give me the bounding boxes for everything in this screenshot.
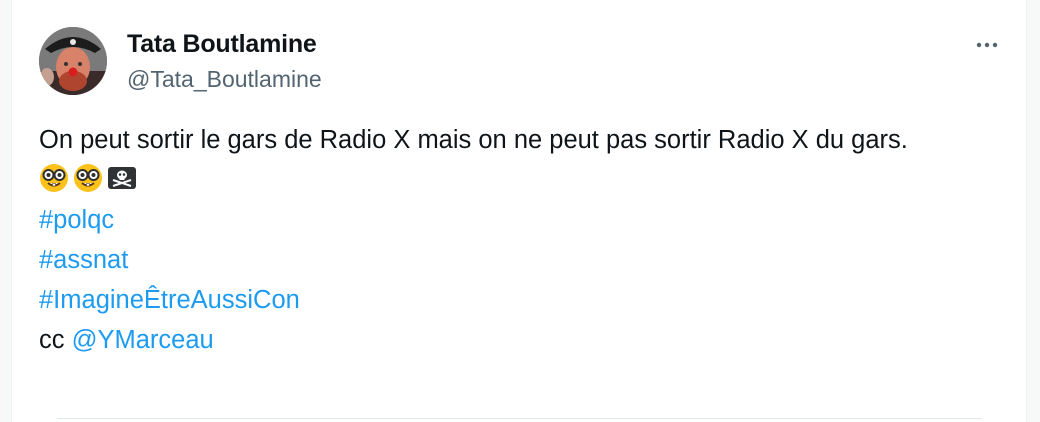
tweet-body: On peut sortir le gars de Radio X mais o… <box>39 120 979 360</box>
hashtag-imagine[interactable]: #ImagineÊtreAussiCon <box>39 286 300 314</box>
hashtag-imagine-line: #ImagineÊtreAussiCon <box>39 280 979 320</box>
bottom-divider <box>57 418 982 419</box>
more-options-button[interactable] <box>970 32 1004 58</box>
hashtag-assnat-line: #assnat <box>39 240 979 280</box>
hashtag-polqc[interactable]: #polqc <box>39 206 114 234</box>
pirate-avatar-image <box>39 27 107 95</box>
author-name[interactable]: Tata Boutlamine <box>127 30 317 59</box>
cc-prefix: cc <box>39 326 65 354</box>
mention-ymarceau[interactable]: @YMarceau <box>72 326 214 354</box>
emoji-row <box>39 160 979 200</box>
author-handle[interactable]: @Tata_Boutlamine <box>127 66 322 93</box>
cc-line: cc @YMarceau <box>39 320 979 360</box>
nerd-face-icon <box>74 164 102 192</box>
tweet-text: On peut sortir le gars de Radio X mais o… <box>39 126 908 154</box>
hashtag-assnat[interactable]: #assnat <box>39 246 128 274</box>
tweet-card: Tata Boutlamine @Tata_Boutlamine On peut… <box>11 0 1027 422</box>
more-options-icon <box>976 42 998 48</box>
hashtag-polqc-line: #polqc <box>39 200 979 240</box>
nerd-face-icon <box>40 164 68 192</box>
avatar[interactable] <box>39 27 107 95</box>
skull-crossbones-icon <box>108 167 136 189</box>
